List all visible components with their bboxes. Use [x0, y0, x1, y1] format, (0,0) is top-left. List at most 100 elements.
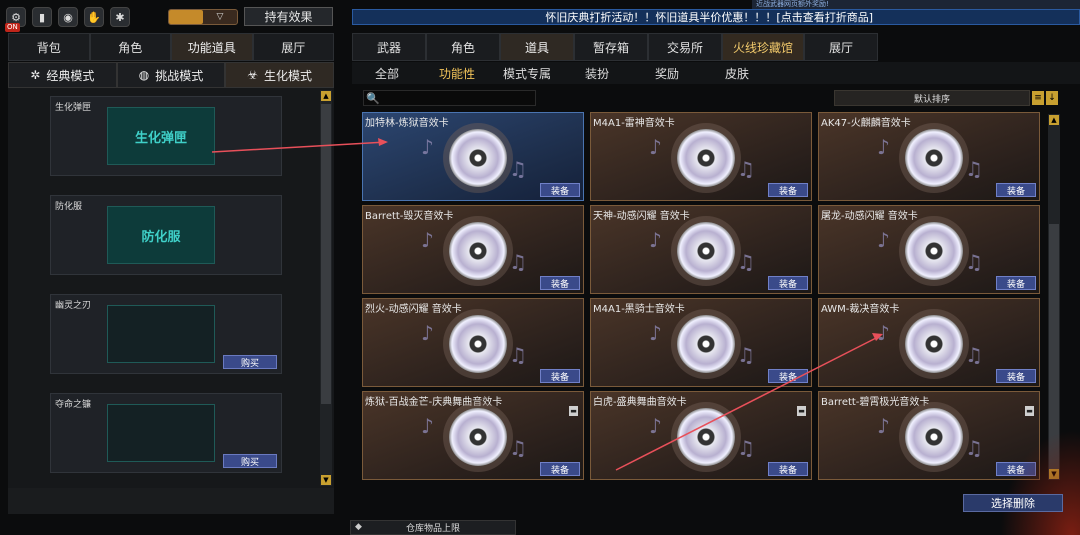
warehouse-limit[interactable]: 仓库物品上限: [350, 520, 516, 535]
scroll-down-icon[interactable]: ▼: [321, 475, 331, 485]
equip-button[interactable]: 装备: [768, 462, 808, 476]
right-scrollbar[interactable]: ▲ ▼: [1048, 114, 1060, 480]
list-item[interactable]: 防化服 防化服: [50, 195, 282, 275]
tab-showroom[interactable]: 展厅: [804, 33, 878, 61]
equip-button[interactable]: 装备: [996, 183, 1036, 197]
item-card[interactable]: AWM-裁决音效卡 ♪ ♫ 装备: [818, 298, 1040, 387]
card-name: 天神-动感闪耀 音效卡: [593, 211, 690, 222]
tab-showroom[interactable]: 展厅: [252, 33, 334, 61]
tab-character[interactable]: 角色: [89, 33, 171, 61]
list-item[interactable]: 生化弹匣 生化弹匣: [50, 96, 282, 176]
card-name: 加特林-炼狱音效卡: [365, 118, 449, 129]
mode-classic[interactable]: ✲ 经典模式: [8, 62, 117, 88]
scroll-up-icon[interactable]: ▲: [321, 91, 331, 101]
tab-exchange[interactable]: 交易所: [648, 33, 722, 61]
subtab-reward[interactable]: 奖励: [632, 65, 702, 82]
subtab-mode-exclusive[interactable]: 模式专属: [492, 65, 562, 82]
equip-button[interactable]: 装备: [540, 276, 580, 290]
power-toggle-icon[interactable]: ⚙ ON: [5, 7, 26, 32]
equip-button[interactable]: 装备: [768, 183, 808, 197]
subtab-all[interactable]: 全部: [352, 65, 422, 82]
scroll-thumb[interactable]: [321, 104, 331, 404]
music-note-icon: ♪: [877, 414, 890, 438]
buy-button[interactable]: 购买: [223, 454, 277, 468]
item-name: 生化弹匣: [55, 103, 92, 113]
mode-label: 生化模式: [264, 68, 313, 83]
bug-icon[interactable]: ✱: [110, 7, 130, 27]
music-note-icon: ♪: [421, 228, 434, 252]
card-name: M4A1-黑骑士音效卡: [593, 304, 685, 315]
card-name: AWM-裁决音效卡: [821, 304, 900, 315]
tab-character[interactable]: 角色: [426, 33, 500, 61]
subtab-outfit[interactable]: 装扮: [562, 65, 632, 82]
mode-challenge[interactable]: ◍ 挑战模式: [116, 62, 226, 88]
equip-button[interactable]: 装备: [540, 183, 580, 197]
mode-label: 挑战模式: [155, 68, 204, 83]
card-name: Barrett-碧霄极光音效卡: [821, 397, 930, 408]
toggle-right[interactable]: ▽: [203, 10, 237, 24]
item-card[interactable]: 烈火-动感闪耀 音效卡 ♪ ♫ 装备: [362, 298, 584, 387]
search-icon[interactable]: 🔍: [366, 92, 380, 105]
mode-biohazard[interactable]: ☣ 生化模式: [225, 62, 335, 88]
item-grid: 加特林-炼狱音效卡 ♪ ♫ 装备 M4A1-雷神音效卡 ♪ ♫ 装备 AK47-火麒麟音效卡 ♪ ♫…: [362, 112, 1042, 482]
have-effect-button[interactable]: 持有效果: [244, 7, 333, 26]
sound-card-disc-icon: [677, 315, 735, 373]
item-card[interactable]: 屠龙-动感闪耀 音效卡 ♪ ♫ 装备: [818, 205, 1040, 294]
left-scrollbar[interactable]: ▲ ▼: [320, 90, 332, 486]
music-note-icon: ♫: [737, 343, 755, 367]
sound-card-disc-icon: [677, 408, 735, 466]
item-name: 夺命之镰: [55, 400, 92, 410]
item-card[interactable]: 炼狱-百战金芒-庆典舞曲音效卡 ♪ ♫ ▬ 装备: [362, 391, 584, 480]
subtab-functional[interactable]: 功能性: [422, 65, 492, 82]
equip-button[interactable]: 装备: [768, 369, 808, 383]
promo-banner[interactable]: 怀旧庆典打折活动！！怀旧道具半价优惠！！！[点击查看打折商品]: [352, 9, 1080, 25]
music-note-icon: ♫: [737, 157, 755, 181]
sound-card-disc-icon: [905, 315, 963, 373]
tab-collection[interactable]: 火线珍藏馆: [722, 33, 804, 61]
card-name: AK47-火麒麟音效卡: [821, 118, 911, 129]
item-card[interactable]: M4A1-雷神音效卡 ♪ ♫ 装备: [590, 112, 812, 201]
item-card[interactable]: M4A1-黑骑士音效卡 ♪ ♫ 装备: [590, 298, 812, 387]
music-note-icon: ♫: [509, 250, 527, 274]
tab-weapons[interactable]: 武器: [352, 33, 426, 61]
item-card[interactable]: Barrett-毁灭音效卡 ♪ ♫ 装备: [362, 205, 584, 294]
tab-storage[interactable]: 暂存箱: [574, 33, 648, 61]
card-name: Barrett-毁灭音效卡: [365, 211, 454, 222]
record-icon[interactable]: ◉: [58, 7, 78, 27]
card-name: M4A1-雷神音效卡: [593, 118, 675, 129]
music-note-icon: ♫: [509, 157, 527, 181]
music-note-icon: ♪: [649, 135, 662, 159]
list-item[interactable]: 夺命之镰 购买: [50, 393, 282, 473]
equip-button[interactable]: 装备: [540, 462, 580, 476]
trash-icon[interactable]: ▬: [797, 406, 806, 416]
filter-toggle[interactable]: ▽: [168, 9, 238, 25]
equip-button[interactable]: 装备: [996, 369, 1036, 383]
sort-dropdown[interactable]: 默认排序: [834, 90, 1030, 106]
list-view-icon[interactable]: ≡: [1032, 91, 1044, 105]
item-card[interactable]: 天神-动感闪耀 音效卡 ♪ ♫ 装备: [590, 205, 812, 294]
equip-button[interactable]: 装备: [996, 276, 1036, 290]
trash-icon[interactable]: ▬: [1025, 406, 1034, 416]
select-delete-button[interactable]: 选择删除: [963, 494, 1063, 512]
item-card[interactable]: 加特林-炼狱音效卡 ♪ ♫ 装备: [362, 112, 584, 201]
tab-function-items[interactable]: 功能道具: [171, 33, 253, 61]
search-input[interactable]: [363, 90, 536, 106]
scroll-up-icon[interactable]: ▲: [1049, 115, 1059, 125]
subtab-skin[interactable]: 皮肤: [702, 65, 772, 82]
list-item[interactable]: 幽灵之刃 购买: [50, 294, 282, 374]
gesture-icon[interactable]: ✋: [84, 7, 104, 27]
stats-icon[interactable]: ▮: [32, 7, 52, 27]
music-note-icon: ♪: [421, 414, 434, 438]
toggle-left[interactable]: [169, 10, 203, 24]
equip-button[interactable]: 装备: [540, 369, 580, 383]
tab-items[interactable]: 道具: [500, 33, 574, 61]
equip-button[interactable]: 装备: [768, 276, 808, 290]
right-tab-bar: 武器 角色 道具 暂存箱 交易所 火线珍藏馆 展厅: [352, 33, 912, 61]
music-note-icon: ♫: [509, 343, 527, 367]
buy-button[interactable]: 购买: [223, 355, 277, 369]
sort-direction-icon[interactable]: ↓: [1046, 91, 1058, 105]
trash-icon[interactable]: ▬: [569, 406, 578, 416]
item-card[interactable]: 白虎-盛典舞曲音效卡 ♪ ♫ ▬ 装备: [590, 391, 812, 480]
tab-backpack[interactable]: 背包: [8, 33, 90, 61]
item-card[interactable]: AK47-火麒麟音效卡 ♪ ♫ 装备: [818, 112, 1040, 201]
